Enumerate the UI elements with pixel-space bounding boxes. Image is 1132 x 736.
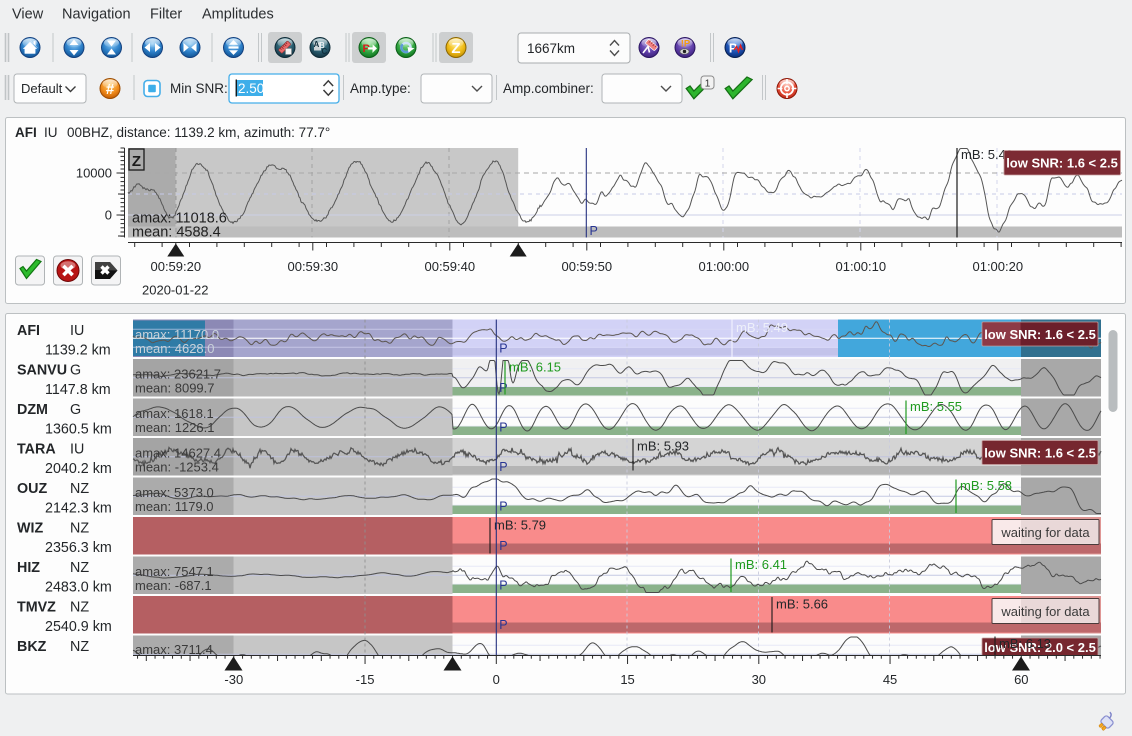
svg-text:mB: 6.15: mB: 6.15 — [509, 360, 561, 375]
svg-text:01:00:00: 01:00:00 — [698, 259, 749, 274]
svg-text:1360.5 km: 1360.5 km — [45, 422, 112, 438]
svg-text:HIZ: HIZ — [17, 560, 40, 576]
svg-text:View: View — [12, 7, 44, 23]
svg-text:-15: -15 — [356, 672, 375, 687]
svg-text:Navigation: Navigation — [62, 7, 131, 23]
svg-text:30: 30 — [752, 672, 766, 687]
svg-text:Z: Z — [132, 153, 141, 170]
svg-text:mean: 4628.0: mean: 4628.0 — [135, 341, 215, 356]
svg-text:amax: 1618.1: amax: 1618.1 — [135, 406, 214, 421]
svg-text:mean: -1253.4: mean: -1253.4 — [135, 460, 219, 475]
svg-text:AFI: AFI — [15, 125, 37, 140]
svg-text:00:59:50: 00:59:50 — [561, 259, 612, 274]
svg-text:10000: 10000 — [76, 166, 112, 181]
svg-text:low SNR: 1.6 < 2.5: low SNR: 1.6 < 2.5 — [1006, 156, 1118, 171]
svg-text:1: 1 — [705, 79, 711, 90]
svg-text:G: G — [70, 402, 81, 418]
svg-text:DZM: DZM — [17, 402, 48, 418]
svg-text:P: P — [499, 618, 507, 632]
svg-text:mB: 6.13: mB: 6.13 — [999, 636, 1051, 651]
svg-text:mB: 5.79: mB: 5.79 — [494, 518, 546, 533]
svg-text:mean: 1226.1: mean: 1226.1 — [135, 420, 215, 435]
svg-text:mean: 8099.7: mean: 8099.7 — [135, 381, 215, 396]
svg-text:mean: 1179.0: mean: 1179.0 — [135, 499, 214, 514]
svg-text:2483.0 km: 2483.0 km — [45, 580, 112, 596]
svg-text:Z: Z — [451, 40, 460, 57]
svg-text:15: 15 — [620, 672, 634, 687]
svg-text:P: P — [499, 539, 507, 553]
svg-text:NZ: NZ — [70, 481, 89, 497]
svg-text:mean: 4588.4: mean: 4588.4 — [132, 225, 221, 241]
svg-text:amax: 7547.1: amax: 7547.1 — [135, 564, 214, 579]
svg-text:amax: 14627.4: amax: 14627.4 — [135, 446, 221, 461]
svg-text:mB: 5.58: mB: 5.58 — [960, 478, 1012, 493]
svg-text:WIZ: WIZ — [17, 521, 43, 537]
svg-text:00:59:20: 00:59:20 — [150, 259, 201, 274]
svg-text:amax: 3711.4: amax: 3711.4 — [135, 642, 213, 657]
svg-text:low SNR: 1.6 < 2.5: low SNR: 1.6 < 2.5 — [984, 446, 1096, 461]
svg-text:IU: IU — [44, 125, 58, 140]
svg-text:waiting for data: waiting for data — [1000, 604, 1090, 619]
svg-text:P: P — [499, 579, 507, 593]
svg-text:P: P — [499, 421, 507, 435]
svg-text:mB: 5.55: mB: 5.55 — [910, 399, 962, 414]
svg-text:1147.8 km: 1147.8 km — [45, 382, 111, 398]
svg-text:2142.3 km: 2142.3 km — [45, 501, 112, 517]
svg-text:AFI: AFI — [17, 323, 40, 339]
svg-text:00:59:30: 00:59:30 — [287, 259, 338, 274]
svg-text:OUZ: OUZ — [17, 481, 47, 497]
svg-text:2020-01-22: 2020-01-22 — [142, 283, 209, 298]
svg-text:Amplitudes: Amplitudes — [202, 7, 274, 23]
svg-text:BKZ: BKZ — [17, 639, 47, 655]
svg-text:2356.3 km: 2356.3 km — [45, 540, 112, 556]
svg-text:2.50: 2.50 — [238, 81, 264, 96]
svg-text:amax: 11170.0: amax: 11170.0 — [135, 327, 219, 342]
svg-text:Default: Default — [21, 81, 63, 96]
svg-text:IU: IU — [70, 442, 84, 458]
svg-text:TARA: TARA — [17, 442, 56, 458]
svg-text:45: 45 — [883, 672, 897, 687]
svg-text:0: 0 — [105, 208, 112, 223]
svg-text:P: P — [499, 342, 507, 356]
svg-text:#: # — [106, 81, 115, 98]
svg-text:Amp.type:: Amp.type: — [350, 81, 411, 96]
svg-text:P: P — [499, 500, 507, 514]
svg-text:P: P — [590, 224, 598, 238]
svg-text:!P: !P — [681, 39, 691, 50]
svg-text:mB: 6.41: mB: 6.41 — [735, 557, 787, 572]
svg-text:mB: 5.66: mB: 5.66 — [776, 597, 828, 612]
svg-text:waiting for data: waiting for data — [1000, 525, 1090, 540]
svg-text:2040.2 km: 2040.2 km — [45, 461, 112, 477]
svg-text:P: P — [499, 381, 507, 395]
svg-text:G: G — [70, 363, 81, 379]
svg-text:NZ: NZ — [70, 639, 89, 655]
svg-text:NZ: NZ — [70, 521, 89, 537]
svg-text:0: 0 — [493, 672, 500, 687]
svg-text:NZ: NZ — [70, 600, 89, 616]
svg-text:NZ: NZ — [70, 560, 89, 576]
svg-text:TMVZ: TMVZ — [17, 600, 56, 616]
svg-text:1667km: 1667km — [527, 41, 575, 56]
svg-text:00BHZ, distance: 1139.2 km, az: 00BHZ, distance: 1139.2 km, azimuth: 77.… — [67, 125, 330, 140]
svg-text:low SNR: 1.6 < 2.5: low SNR: 1.6 < 2.5 — [984, 327, 1096, 342]
svg-text:SANVU: SANVU — [17, 363, 67, 379]
svg-text:mB: 5.49: mB: 5.49 — [736, 320, 788, 335]
svg-text:amax: 5373.0: amax: 5373.0 — [135, 485, 214, 500]
svg-text:1139.2 km: 1139.2 km — [45, 343, 111, 359]
svg-text:mean: -687.1: mean: -687.1 — [135, 578, 212, 593]
svg-text:2540.9 km: 2540.9 km — [45, 619, 112, 635]
svg-text:01:00:20: 01:00:20 — [972, 259, 1023, 274]
svg-text:C: C — [322, 47, 328, 56]
svg-text:Min SNR:: Min SNR: — [170, 81, 228, 96]
svg-text:mB: 5.93: mB: 5.93 — [637, 439, 689, 454]
svg-text:Amp.combiner:: Amp.combiner: — [503, 81, 594, 96]
svg-text:00:59:40: 00:59:40 — [424, 259, 475, 274]
svg-text:IU: IU — [70, 323, 84, 339]
svg-text:60: 60 — [1014, 672, 1028, 687]
svg-text:Filter: Filter — [150, 7, 182, 23]
svg-text:-30: -30 — [224, 672, 243, 687]
svg-text:01:00:10: 01:00:10 — [835, 259, 886, 274]
svg-text:amax: 23621.7: amax: 23621.7 — [135, 367, 221, 382]
svg-text:P: P — [499, 460, 507, 474]
